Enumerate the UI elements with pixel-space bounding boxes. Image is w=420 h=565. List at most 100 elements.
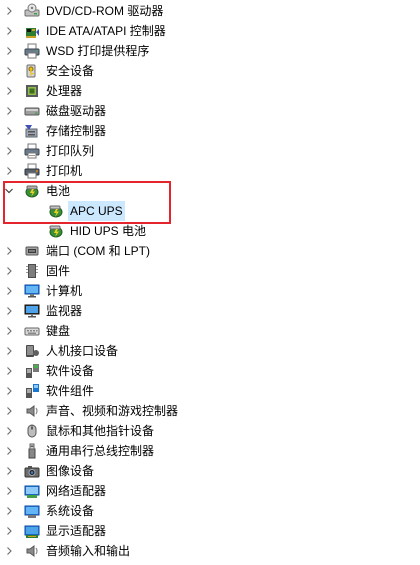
chevron-right-icon[interactable]	[2, 41, 16, 61]
chevron-right-icon[interactable]	[2, 541, 16, 561]
dvd-drive-icon	[24, 3, 40, 17]
sound-icon	[26, 405, 38, 417]
tree-category-item[interactable]: 软件组件	[2, 381, 96, 401]
chevron-right-icon[interactable]	[2, 361, 16, 381]
usb-icon	[28, 443, 36, 459]
tree-category-item[interactable]: IDE ATA/ATAPI 控制器	[2, 21, 168, 41]
storage-controller-icon	[25, 125, 38, 138]
tree-item-label: 网络适配器	[46, 484, 107, 498]
tree-item-label: 监视器	[46, 304, 83, 318]
tree-item-label: 鼠标和其他指针设备	[46, 424, 155, 438]
tree-category-item[interactable]: 端口 (COM 和 LPT)	[2, 241, 152, 261]
ide-controller-icon	[26, 28, 39, 38]
monitor-icon	[24, 304, 40, 318]
tree-child-item[interactable]: APC UPS	[26, 201, 125, 221]
chevron-right-icon[interactable]	[2, 441, 16, 461]
chevron-right-icon[interactable]	[2, 401, 16, 421]
tree-item-label: 端口 (COM 和 LPT)	[46, 244, 150, 258]
hid-icon	[26, 345, 39, 357]
tree-item-label: 电池	[46, 184, 71, 198]
tree-item-label: 处理器	[46, 84, 83, 98]
tree-category-item[interactable]: DVD/CD-ROM 驱动器	[2, 1, 165, 21]
battery-device-icon	[49, 205, 63, 218]
firmware-icon	[26, 264, 38, 278]
tree-category-item[interactable]: 系统设备	[2, 501, 96, 521]
chevron-right-icon[interactable]	[2, 21, 16, 41]
chevron-right-icon[interactable]	[2, 241, 16, 261]
tree-category-item[interactable]: 鼠标和其他指针设备	[2, 421, 156, 441]
tree-child-item[interactable]: HID UPS 电池	[26, 221, 148, 241]
chevron-right-icon[interactable]	[2, 261, 16, 281]
print-queue-icon	[24, 143, 40, 159]
chevron-right-icon[interactable]	[2, 1, 16, 21]
tree-category-item[interactable]: 软件设备	[2, 361, 96, 381]
chevron-right-icon[interactable]	[2, 301, 16, 321]
chevron-right-icon[interactable]	[2, 141, 16, 161]
tree-item-label: 系统设备	[46, 504, 95, 518]
chevron-down-icon[interactable]	[2, 181, 16, 201]
tree-category-item[interactable]: 固件	[2, 261, 72, 281]
chevron-right-icon[interactable]	[2, 101, 16, 121]
mouse-icon	[27, 424, 37, 438]
tree-category-item[interactable]: 通用串行总线控制器	[2, 441, 156, 461]
tree-category-item[interactable]: 声音、视频和游戏控制器	[2, 401, 180, 421]
tree-category-item[interactable]: 网络适配器	[2, 481, 108, 501]
tree-item-label: 打印机	[46, 164, 83, 178]
battery-icon	[25, 185, 39, 198]
keyboard-icon	[24, 327, 40, 336]
chevron-right-icon[interactable]	[2, 281, 16, 301]
chevron-right-icon[interactable]	[2, 321, 16, 341]
tree-category-item[interactable]: 磁盘驱动器	[2, 101, 108, 121]
tree-item-label: 存储控制器	[46, 124, 107, 138]
port-icon	[25, 246, 39, 256]
chevron-right-icon[interactable]	[2, 421, 16, 441]
battery-device-icon	[49, 225, 63, 238]
tree-category-item[interactable]: 音频输入和输出	[2, 541, 132, 561]
tree-item-label: 显示适配器	[46, 524, 107, 538]
chevron-right-icon[interactable]	[2, 501, 16, 521]
tree-item-label: 人机接口设备	[46, 344, 119, 358]
tree-category-item[interactable]: WSD 打印提供程序	[2, 41, 151, 61]
tree-category-item[interactable]: 人机接口设备	[2, 341, 120, 361]
tree-category-item[interactable]: 安全设备	[2, 61, 96, 81]
tree-item-label: 软件组件	[46, 384, 95, 398]
tree-item-label: 计算机	[46, 284, 83, 298]
tree-item-label: 软件设备	[46, 364, 95, 378]
chevron-right-icon[interactable]	[2, 341, 16, 361]
tree-category-item[interactable]: 电池	[2, 181, 72, 201]
tree-category-item[interactable]: 键盘	[2, 321, 72, 341]
chevron-right-icon[interactable]	[2, 81, 16, 101]
tree-category-item[interactable]: 显示适配器	[2, 521, 108, 541]
chevron-right-icon[interactable]	[2, 61, 16, 81]
tree-category-item[interactable]: 打印队列	[2, 141, 96, 161]
chevron-right-icon[interactable]	[2, 481, 16, 501]
computer-icon	[24, 284, 40, 298]
software-component-icon	[26, 384, 39, 398]
chevron-right-icon[interactable]	[2, 521, 16, 541]
printer-icon	[24, 163, 40, 179]
security-device-icon	[26, 64, 36, 78]
tree-item-label: 通用串行总线控制器	[46, 444, 155, 458]
camera-icon	[24, 466, 40, 478]
software-device-icon	[26, 364, 39, 378]
tree-category-item[interactable]: 计算机	[2, 281, 84, 301]
chevron-right-icon[interactable]	[2, 381, 16, 401]
display-adapter-icon	[24, 525, 40, 538]
network-adapter-icon	[24, 485, 40, 498]
tree-item-label: 打印队列	[46, 144, 95, 158]
tree-item-label: IDE ATA/ATAPI 控制器	[46, 24, 166, 38]
processor-icon	[26, 85, 38, 97]
chevron-right-icon[interactable]	[2, 121, 16, 141]
tree-category-item[interactable]: 图像设备	[2, 461, 96, 481]
tree-category-item[interactable]: 存储控制器	[2, 121, 108, 141]
chevron-right-icon[interactable]	[2, 161, 16, 181]
tree-item-label: 图像设备	[46, 464, 95, 478]
chevron-right-icon[interactable]	[2, 461, 16, 481]
tree-category-item[interactable]: 打印机	[2, 161, 84, 181]
tree-category-item[interactable]: 处理器	[2, 81, 84, 101]
tree-item-label: 声音、视频和游戏控制器	[46, 404, 179, 418]
tree-item-label: 安全设备	[46, 64, 95, 78]
tree-category-item[interactable]: 监视器	[2, 301, 84, 321]
